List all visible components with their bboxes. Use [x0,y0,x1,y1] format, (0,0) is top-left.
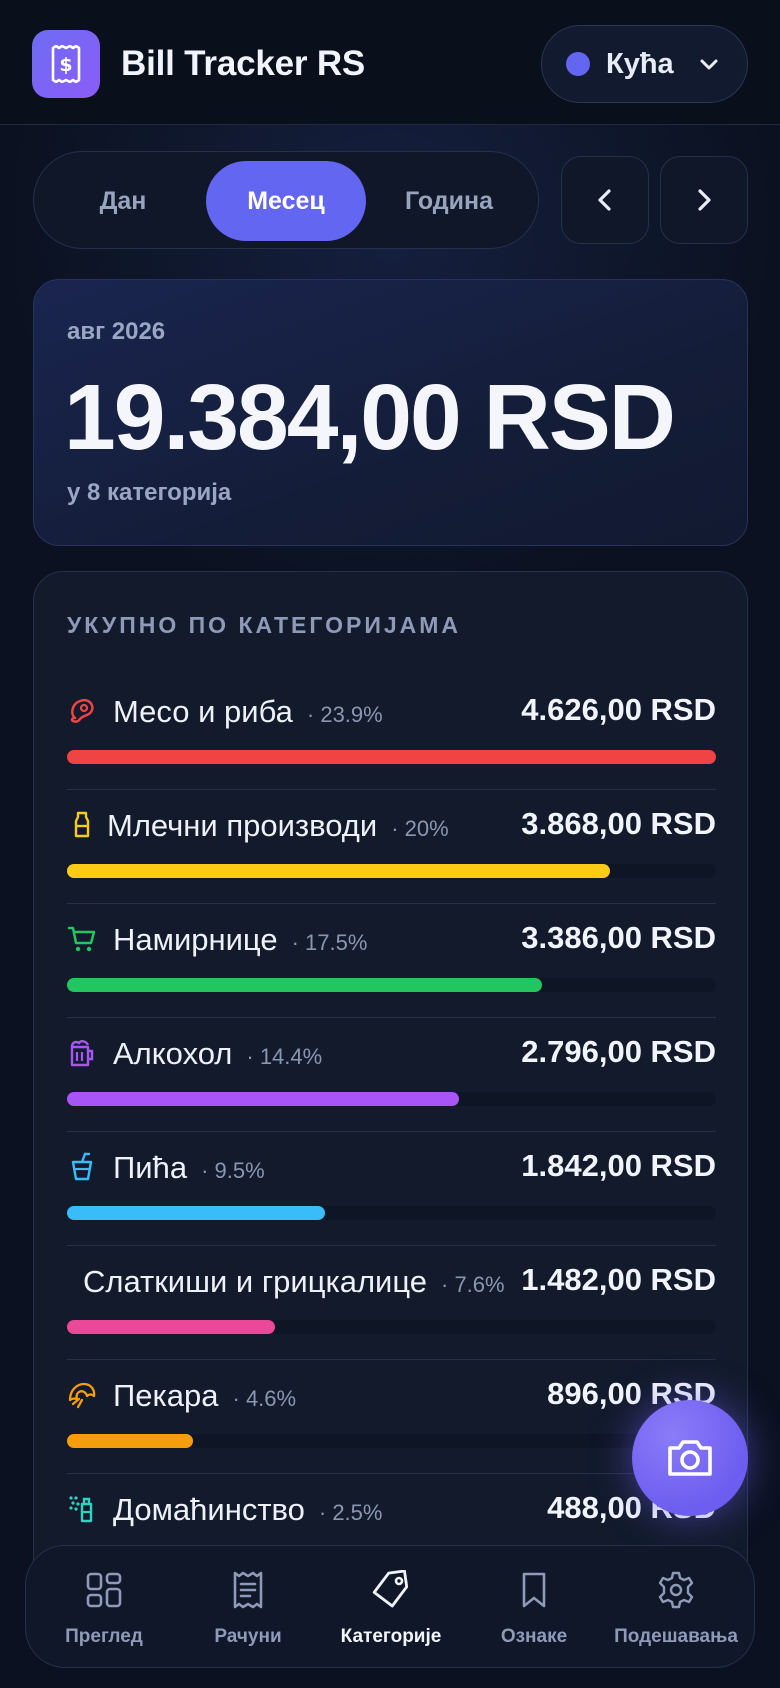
category-name: Алкохол · 14.4% [113,1036,323,1071]
category-row[interactable]: Слаткиши и грицкалице · 7.6% 1.482,00 RSD [67,1246,716,1360]
nav-overview-label: Преглед [65,1626,143,1647]
app-header: $ Bill Tracker RS Кућа [0,0,780,125]
camera-icon [668,1440,712,1476]
nav-categories-label: Категорије [340,1626,442,1647]
app-title: Bill Tracker RS [121,44,366,83]
category-bar-fill [67,750,716,764]
receipt-icon [233,1571,263,1609]
category-percent: · 23.9% [306,702,383,727]
summary-period: авг 2026 [67,318,166,345]
category-amount: 2.796,00 RSD [513,1034,716,1070]
category-row[interactable]: Намирнице · 17.5% 3.386,00 RSD [67,904,716,1018]
category-bar-fill [67,1320,275,1334]
receipt-dollar-icon: $ [51,45,81,83]
category-amount: 3.386,00 RSD [513,920,716,956]
category-percent: · 4.6% [232,1386,297,1411]
category-bar-fill [67,1092,459,1106]
household-selector[interactable]: Кућа [541,25,748,103]
category-row[interactable]: Пића · 9.5% 1.842,00 RSD [67,1132,716,1246]
category-percent: · 9.5% [201,1158,265,1183]
category-bar-track [67,1434,716,1448]
category-percent: · 14.4% [246,1044,323,1069]
bottom-navigation: Преглед Рачуни Категорије Ознаке Подешав… [25,1545,755,1668]
category-percent: · 7.6% [441,1272,505,1297]
bookmark-icon [522,1572,546,1608]
nav-settings[interactable]: Подешавања [606,1546,746,1669]
summary-category-count: у 8 категорија [67,479,232,506]
nav-overview[interactable]: Преглед [34,1546,174,1669]
category-name: Домаћинство · 2.5% [113,1492,383,1527]
category-bar-track [67,1092,716,1106]
nav-bookmarks-label: Ознаке [500,1626,568,1647]
previous-period-button[interactable] [561,156,649,244]
app-logo: $ [32,30,100,98]
category-amount: 1.842,00 RSD [513,1148,716,1184]
category-name: Месо и риба · 23.9% [113,694,383,729]
gear-icon [658,1571,694,1609]
category-bar-fill [67,864,610,878]
chevron-left-icon [598,189,611,211]
category-amount: 1.482,00 RSD [513,1262,716,1298]
category-bar-fill [67,978,543,992]
summary-card: авг 2026 19.384,00 RSD у 8 категорија [33,279,748,546]
category-amount: 4.626,00 RSD [513,692,716,728]
milk-bottle-icon [74,811,90,838]
dashboard-grid-icon [86,1572,122,1608]
category-bar-track [67,1206,716,1220]
category-name: Слаткиши и грицкалице · 7.6% [83,1264,505,1299]
category-bar-fill [67,1206,326,1220]
shopping-cart-icon [67,926,96,952]
tab-day[interactable]: Дан [43,161,203,241]
category-bar-track [67,750,716,764]
tag-icon [372,1570,409,1608]
nav-receipts-label: Рачуни [214,1626,282,1647]
tab-year[interactable]: Година [369,161,529,241]
category-bar-fill [67,1434,193,1448]
category-name: Пекара · 4.6% [113,1378,297,1413]
household-label: Кућа [606,47,674,80]
category-bar-track [67,1320,716,1334]
summary-total: 19.384,00 RSD [64,365,676,469]
period-segmented-control: Дан Месец Година [33,151,539,249]
category-name: Пића · 9.5% [113,1150,265,1185]
chevron-right-icon [698,189,711,211]
category-percent: · 2.5% [318,1500,383,1525]
category-name: Намирнице · 17.5% [113,922,368,957]
nav-bookmarks[interactable]: Ознаке [464,1546,604,1669]
category-bar-track [67,978,716,992]
beer-mug-icon [70,1040,94,1067]
category-percent: · 17.5% [291,930,368,955]
category-row[interactable]: Млечни производи · 20% 3.868,00 RSD [67,790,716,904]
household-color-dot [566,52,590,76]
meat-icon [70,699,94,723]
category-row[interactable]: Пекара · 4.6% 896,00 RSD [67,1360,716,1474]
nav-receipts[interactable]: Рачуни [178,1546,318,1669]
scan-receipt-button[interactable] [632,1400,748,1516]
svg-text:$: $ [59,54,72,76]
category-name: Млечни производи · 20% [107,808,449,843]
category-bar-track [67,864,716,878]
spray-bottle-icon [69,1496,93,1523]
next-period-button[interactable] [660,156,748,244]
category-row[interactable]: Алкохол · 14.4% 2.796,00 RSD [67,1018,716,1132]
category-amount: 3.868,00 RSD [513,806,716,842]
category-totals-heading: УКУПНО ПО КАТЕГОРИЈАМА [67,612,462,638]
category-percent: · 20% [391,816,449,841]
tab-month[interactable]: Месец [206,161,366,241]
nav-settings-label: Подешавања [614,1626,738,1647]
nav-categories[interactable]: Категорије [321,1546,461,1669]
cup-straw-icon [71,1152,93,1181]
category-row[interactable]: Месо и риба · 23.9% 4.626,00 RSD [67,676,716,790]
chevron-down-icon [700,59,718,70]
croissant-icon [68,1382,96,1409]
